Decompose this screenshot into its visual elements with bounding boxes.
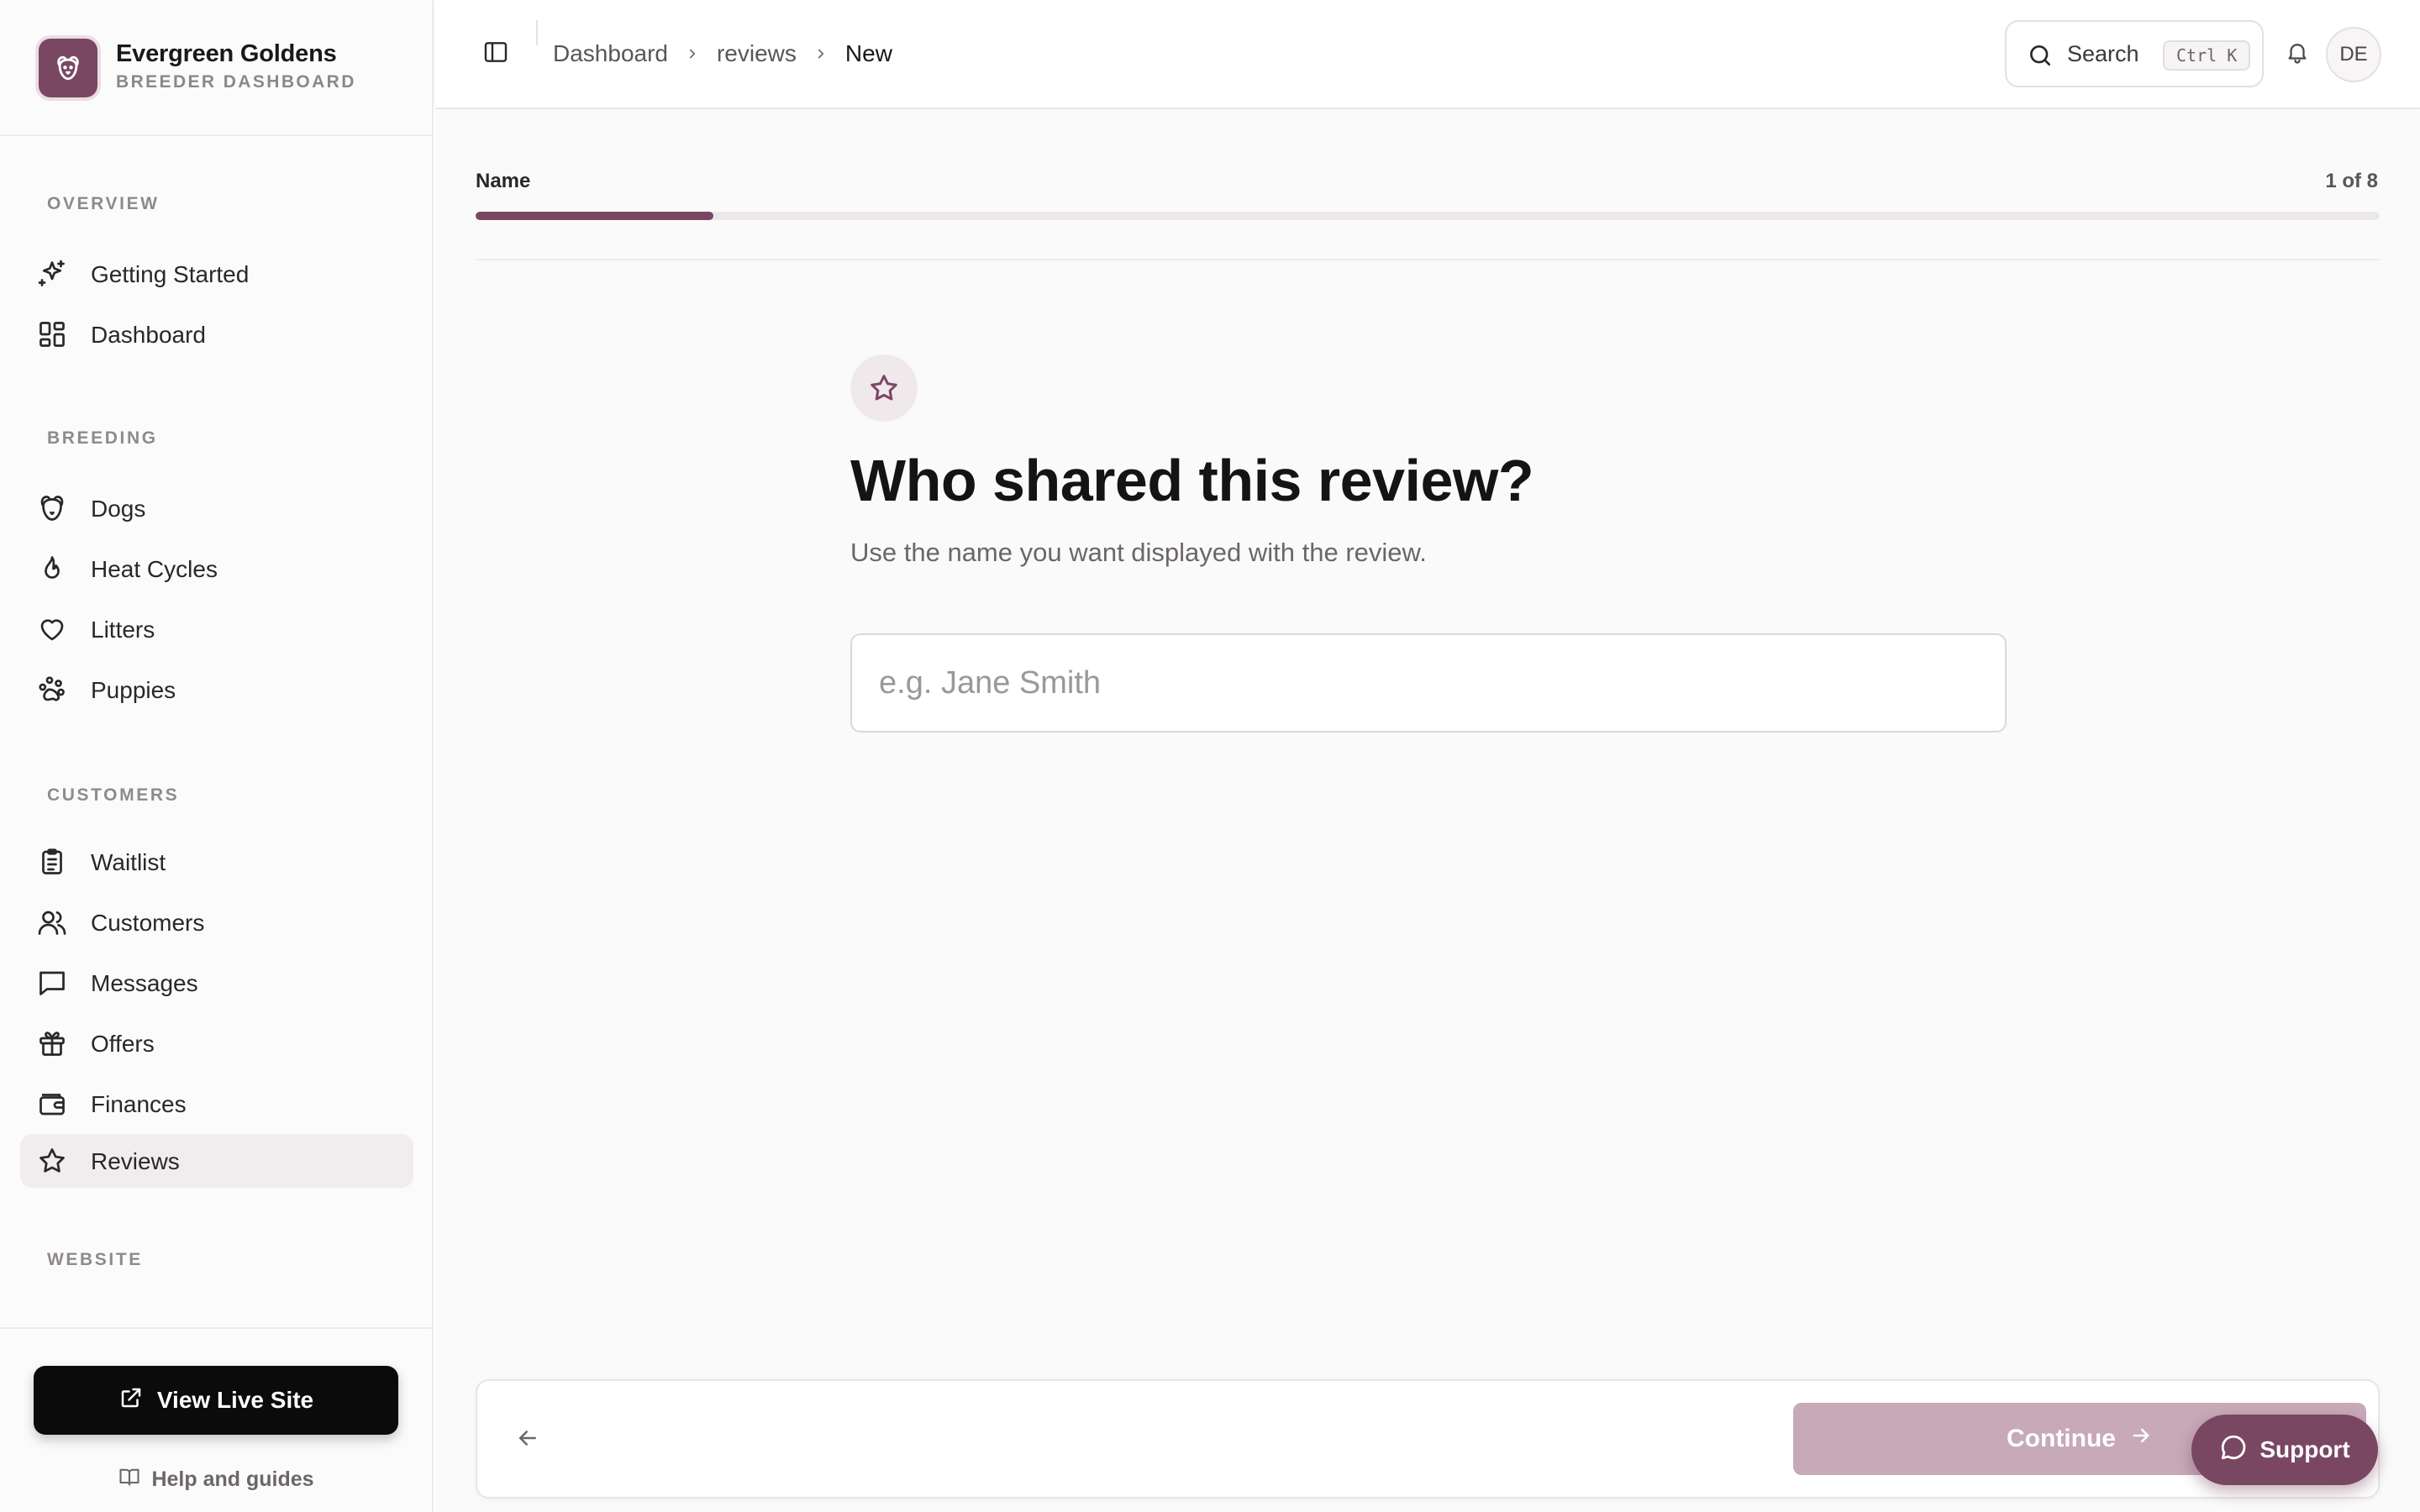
brand-name: Evergreen Goldens [116, 40, 337, 67]
sidebar-item-customers[interactable]: Customers [20, 895, 413, 949]
nav-section-overview: OVERVIEW [47, 194, 160, 213]
search-shortcut: Ctrl K [2163, 40, 2251, 71]
step-count: 1 of 8 [2325, 170, 2378, 192]
sidebar-item-label: Messages [91, 970, 198, 996]
support-label: Support [2260, 1436, 2350, 1462]
panel-left-icon [482, 39, 509, 70]
continue-label: Continue [2007, 1425, 2116, 1452]
breadcrumb: Dashboard reviews New [553, 40, 892, 67]
progress-fill [476, 212, 714, 220]
book-icon [118, 1465, 141, 1494]
bell-icon [2285, 39, 2310, 69]
chevron-right-icon [813, 46, 829, 61]
sidebar-item-label: Reviews [91, 1148, 180, 1174]
message-icon [37, 968, 67, 998]
main-content: Name 1 of 8 Who shared this review? Use … [435, 111, 2420, 1512]
search-label: Search [2067, 41, 2139, 66]
flame-icon [37, 554, 67, 584]
sidebar-item-waitlist[interactable]: Waitlist [20, 835, 413, 889]
sidebar-footer: View Live Site Help and guides [0, 1327, 432, 1512]
sidebar-item-label: Litters [91, 617, 155, 643]
wizard-footer: Continue [476, 1379, 2380, 1499]
dog-icon [37, 493, 67, 523]
topbar-divider [536, 20, 538, 45]
sidebar-item-label: Heat Cycles [91, 556, 218, 582]
sidebar-item-label: Dogs [91, 496, 146, 522]
view-live-site-label: View Live Site [156, 1387, 314, 1413]
sidebar-item-getting-started[interactable]: Getting Started [20, 247, 413, 301]
sidebar-item-finances[interactable]: Finances [20, 1077, 413, 1131]
back-button[interactable] [511, 1423, 544, 1457]
wallet-icon [37, 1089, 67, 1119]
brand-header: Evergreen Goldens BREEDER DASHBOARD [0, 0, 432, 136]
sidebar-item-offers[interactable]: Offers [20, 1016, 413, 1070]
sidebar-toggle-button[interactable] [479, 37, 513, 71]
gift-icon [37, 1028, 67, 1058]
sidebar-item-messages[interactable]: Messages [20, 956, 413, 1010]
search-icon [2027, 42, 2054, 73]
sidebar-item-heat-cycles[interactable]: Heat Cycles [20, 542, 413, 596]
sidebar-item-dashboard[interactable]: Dashboard [20, 307, 413, 361]
help-label: Help and guides [151, 1467, 314, 1491]
arrow-right-icon [2129, 1424, 2153, 1454]
star-icon [850, 354, 918, 422]
help-and-guides-link[interactable]: Help and guides [0, 1465, 432, 1494]
breadcrumb-current: New [844, 40, 892, 66]
paw-icon [37, 675, 67, 705]
question-hint: Use the name you want displayed with the… [850, 538, 1427, 567]
breadcrumb-dashboard[interactable]: Dashboard [553, 40, 668, 67]
users-icon [37, 907, 67, 937]
arrow-left-icon [515, 1425, 540, 1455]
support-button[interactable]: Support [2191, 1415, 2378, 1485]
sidebar-item-litters[interactable]: Litters [20, 602, 413, 656]
sparkles-icon [37, 259, 67, 289]
clipboard-icon [37, 847, 67, 877]
brand-subtitle: BREEDER DASHBOARD [116, 72, 356, 92]
nav-section-website: WEBSITE [47, 1250, 143, 1269]
search-button[interactable]: Search Ctrl K [2005, 20, 2264, 87]
heart-icon [37, 614, 67, 644]
external-link-icon [118, 1385, 144, 1416]
nav-section-customers: CUSTOMERS [47, 785, 180, 805]
grid-icon [37, 319, 67, 349]
view-live-site-button[interactable]: View Live Site [34, 1366, 398, 1435]
chevron-right-icon [685, 46, 700, 61]
sidebar-item-label: Getting Started [91, 261, 250, 287]
sidebar-item-label: Customers [91, 910, 205, 936]
progress-bar [476, 212, 2380, 220]
sidebar-item-label: Finances [91, 1091, 187, 1117]
chat-bubble-icon [2219, 1433, 2248, 1467]
sidebar: Evergreen Goldens BREEDER DASHBOARD OVER… [0, 0, 434, 1512]
reviewer-name-input[interactable] [850, 633, 2007, 732]
sidebar-item-label: Dashboard [91, 322, 206, 348]
sidebar-item-puppies[interactable]: Puppies [20, 663, 413, 717]
divider [476, 259, 2380, 260]
sidebar-item-reviews[interactable]: Reviews [20, 1134, 413, 1188]
user-avatar[interactable]: DE [2326, 27, 2381, 82]
step-label: Name [476, 170, 531, 192]
question-title: Who shared this review? [850, 448, 1534, 513]
sidebar-item-label: Waitlist [91, 849, 166, 875]
dog-logo-icon [39, 39, 97, 97]
star-icon [37, 1146, 67, 1176]
topbar: Dashboard reviews New Search Ctrl K DE [435, 0, 2420, 109]
app-root: Evergreen Goldens BREEDER DASHBOARD OVER… [0, 0, 2420, 1512]
sidebar-item-label: Offers [91, 1031, 155, 1057]
nav-section-breeding: BREEDING [47, 428, 158, 448]
sidebar-item-label: Puppies [91, 677, 176, 703]
notifications-button[interactable] [2281, 37, 2314, 71]
breadcrumb-reviews[interactable]: reviews [717, 40, 797, 67]
sidebar-item-dogs[interactable]: Dogs [20, 481, 413, 535]
